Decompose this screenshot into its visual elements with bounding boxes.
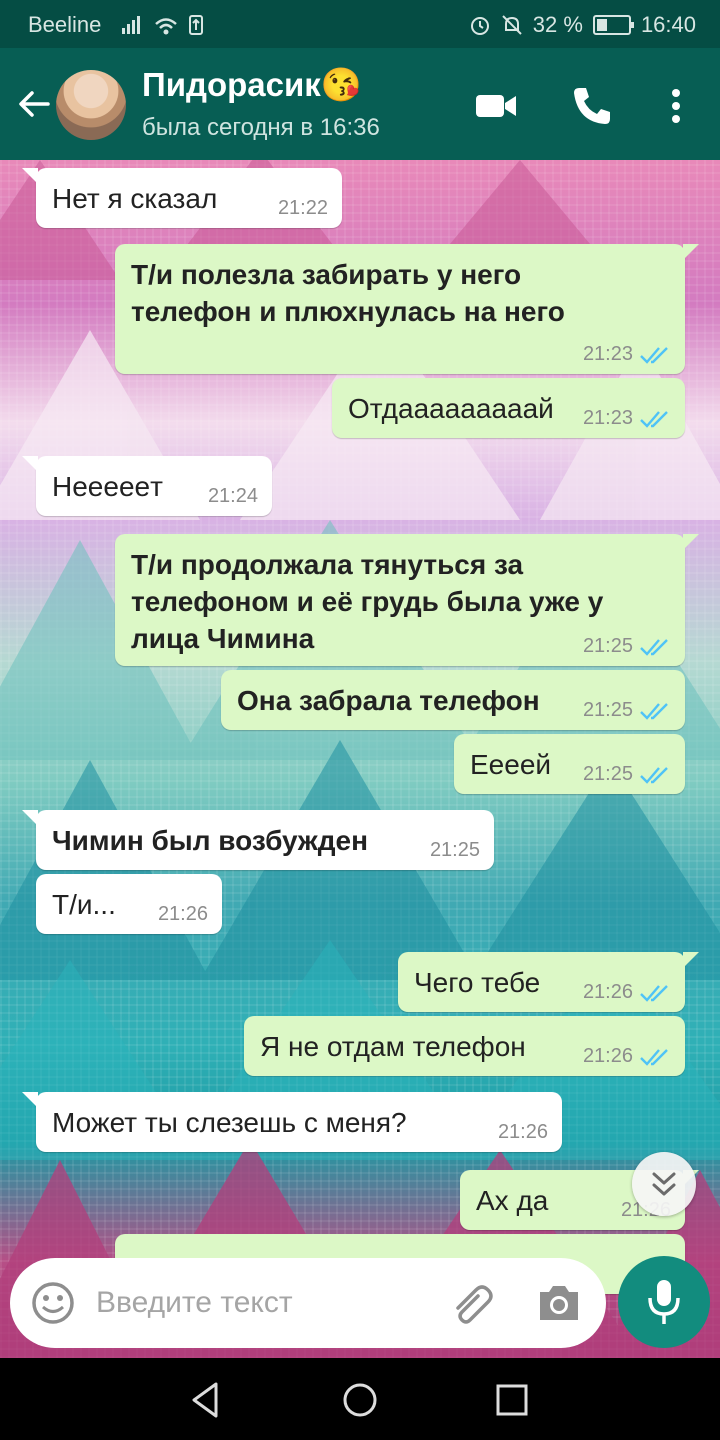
- message-input[interactable]: [96, 1278, 436, 1328]
- message-time: 21:26: [157, 903, 208, 925]
- message-bubble[interactable]: Отдааааааааай 21:23: [332, 378, 685, 438]
- attach-icon[interactable]: [448, 1280, 494, 1326]
- message-bubble[interactable]: Чего тебе 21:26: [398, 952, 699, 1012]
- message-time: 21:26: [582, 1045, 633, 1067]
- message-time: 21:26: [582, 981, 633, 1003]
- battery-level: [596, 19, 607, 31]
- message-meta: 21:23: [583, 343, 671, 366]
- message-composer: [10, 1258, 606, 1348]
- nav-recents-icon[interactable]: [490, 1378, 534, 1422]
- message-bubble[interactable]: Чимин был возбужден 21:25: [22, 810, 494, 870]
- status-right: 32 % 16:40: [469, 12, 696, 38]
- message-meta: 21:25: [583, 635, 671, 658]
- message-text: Т/и полезла забирать у него телефон и пл…: [131, 259, 565, 327]
- message-bubble[interactable]: Т/и продолжала тянуться за телефоном и е…: [115, 534, 699, 666]
- nav-back-icon[interactable]: [184, 1378, 228, 1422]
- message-bubble[interactable]: Она забрала телефон 21:25: [221, 670, 685, 730]
- message-meta: 21:26: [158, 903, 208, 926]
- read-ticks-icon: [640, 410, 668, 428]
- status-bar: Beeline 32 % 16:40: [0, 0, 720, 48]
- message-text: Чимин был возбужден: [52, 825, 369, 856]
- chat-area[interactable]: Нет я сказал 21:22 Т/и полезла забирать …: [0, 160, 720, 1358]
- message-time: 21:25: [429, 839, 480, 861]
- message-meta: 21:22: [278, 197, 328, 220]
- message-time: 21:24: [207, 485, 258, 507]
- message-time: 21:23: [582, 407, 633, 429]
- mute-icon: [502, 15, 522, 35]
- back-arrow-icon[interactable]: [14, 84, 54, 124]
- message-bubble[interactable]: Может ты слезешь с меня? 21:26: [22, 1092, 562, 1152]
- double-chevron-down-icon: [652, 1172, 676, 1196]
- last-seen: была сегодня в 16:36: [142, 114, 380, 141]
- read-ticks-icon: [640, 766, 668, 784]
- message-meta: 21:23: [583, 407, 671, 430]
- battery-icon: [592, 15, 634, 35]
- system-nav-bar: [0, 1358, 720, 1440]
- read-ticks-icon: [640, 1048, 668, 1066]
- mic-button[interactable]: [618, 1256, 710, 1348]
- message-meta: 21:25: [583, 763, 671, 786]
- message-text: Может ты слезешь с меня?: [52, 1107, 407, 1138]
- message-time: 21:25: [582, 699, 633, 721]
- read-ticks-icon: [640, 984, 668, 1002]
- message-bubble[interactable]: Я не отдам телефон 21:26: [244, 1016, 685, 1076]
- read-ticks-icon: [640, 346, 668, 364]
- message-meta: 21:26: [583, 1045, 671, 1068]
- battery-percent: 32 %: [532, 12, 583, 37]
- read-ticks-icon: [640, 702, 668, 720]
- message-time: 21:22: [277, 197, 328, 219]
- message-bubble[interactable]: Т/и полезла забирать у него телефон и пл…: [115, 244, 699, 374]
- scroll-to-bottom-button[interactable]: [632, 1152, 696, 1216]
- alarm-icon: [470, 17, 489, 35]
- message-bubble[interactable]: Нет я сказал 21:22: [22, 168, 342, 228]
- message-bubble[interactable]: Еееей 21:25: [454, 734, 685, 794]
- message-bubble[interactable]: Т/и... 21:26: [36, 874, 222, 934]
- avatar[interactable]: [56, 70, 126, 140]
- contact-name[interactable]: Пидорасик😘: [142, 66, 362, 105]
- read-ticks-icon: [640, 638, 668, 656]
- signal-wifi-icons: [122, 15, 203, 35]
- message-time: 21:23: [582, 343, 633, 365]
- message-meta: 21:25: [430, 839, 480, 862]
- chat-header: Пидорасик😘 была сегодня в 16:36: [0, 48, 720, 160]
- message-time: 21:25: [582, 763, 633, 785]
- video-call-icon[interactable]: [474, 84, 518, 128]
- message-time: 21:26: [497, 1121, 548, 1143]
- clock: 16:40: [640, 12, 696, 37]
- more-vert-icon[interactable]: [654, 84, 698, 128]
- carrier-label: Beeline: [28, 12, 102, 37]
- nav-home-icon[interactable]: [338, 1378, 382, 1422]
- message-meta: 21:26: [583, 981, 671, 1004]
- message-meta: 21:26: [498, 1121, 548, 1144]
- message-time: 21:25: [582, 635, 633, 657]
- message-bubble[interactable]: Неееeeт 21:24: [22, 456, 272, 516]
- camera-icon[interactable]: [536, 1282, 582, 1324]
- emoji-icon[interactable]: [30, 1280, 76, 1326]
- message-meta: 21:25: [583, 699, 671, 722]
- message-meta: 21:24: [208, 485, 258, 508]
- phone-icon[interactable]: [570, 84, 614, 128]
- mic-icon: [648, 1280, 680, 1324]
